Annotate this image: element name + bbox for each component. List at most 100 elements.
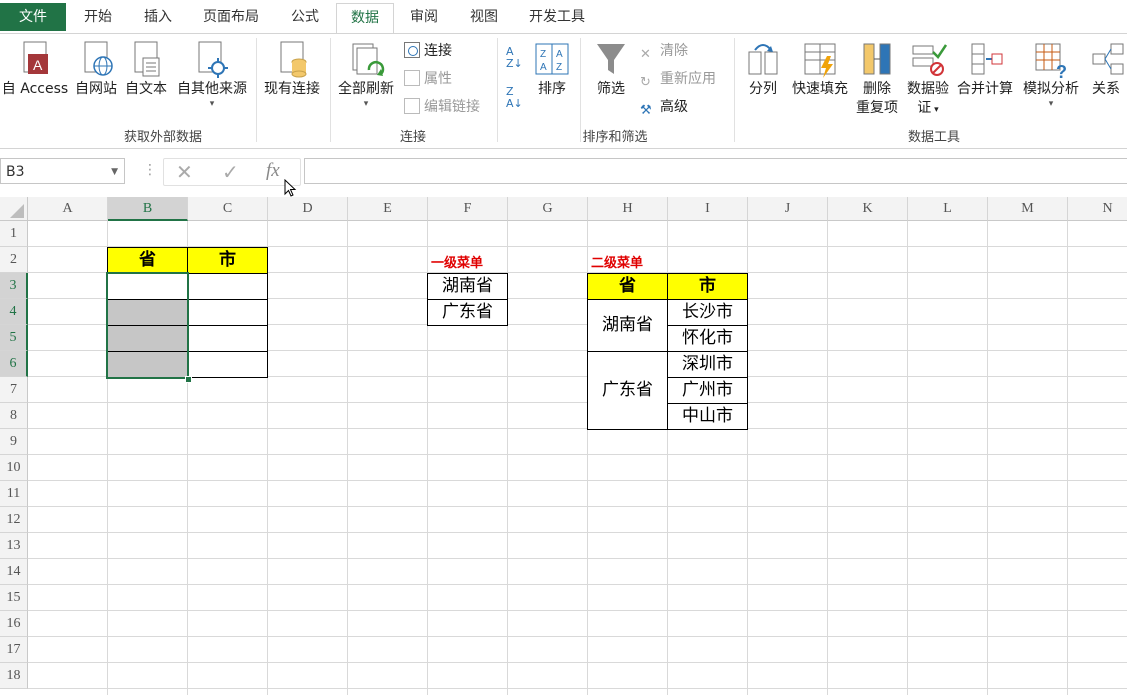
- tab-home[interactable]: 开始: [70, 3, 126, 31]
- filter-button[interactable]: 筛选: [588, 40, 634, 99]
- row-header-9[interactable]: 9: [0, 429, 28, 455]
- row-header-16[interactable]: 16: [0, 611, 28, 637]
- existing-connections-button[interactable]: 现有连接: [260, 40, 324, 99]
- what-if-analysis-button[interactable]: ? 模拟分析 ▾: [1018, 40, 1084, 109]
- row-header-4[interactable]: 4: [0, 299, 28, 325]
- cell-b2[interactable]: 省: [107, 247, 188, 274]
- tab-file[interactable]: 文件: [0, 3, 66, 31]
- cell-i4[interactable]: 长沙市: [667, 299, 748, 326]
- column-header-k[interactable]: K: [828, 197, 908, 221]
- cell-c2[interactable]: 市: [187, 247, 268, 274]
- gridline-horizontal: [28, 558, 1127, 559]
- row-header-7[interactable]: 7: [0, 377, 28, 403]
- cell-b5[interactable]: [107, 325, 188, 352]
- row-header-6[interactable]: 6: [0, 351, 28, 377]
- tab-formulas[interactable]: 公式: [276, 3, 334, 31]
- row-header-14[interactable]: 14: [0, 559, 28, 585]
- text-to-columns-button[interactable]: 分列: [742, 40, 784, 99]
- consolidate-button[interactable]: 合并计算: [954, 40, 1016, 99]
- cell-c3[interactable]: [187, 273, 268, 300]
- column-header-n[interactable]: N: [1068, 197, 1127, 221]
- from-text-button[interactable]: 自文本: [122, 40, 170, 99]
- cell-i3[interactable]: 市: [667, 273, 748, 300]
- column-header-l[interactable]: L: [908, 197, 988, 221]
- cell-f4[interactable]: 广东省: [427, 299, 508, 326]
- column-header-e[interactable]: E: [348, 197, 428, 221]
- row-header-12[interactable]: 12: [0, 507, 28, 533]
- flash-fill-button[interactable]: 快速填充: [788, 40, 852, 99]
- cell-i5[interactable]: 怀化市: [667, 325, 748, 352]
- formula-input[interactable]: [304, 158, 1127, 184]
- drag-handle-icon[interactable]: ⋮: [143, 162, 157, 178]
- cell-c4[interactable]: [187, 299, 268, 326]
- cell-i8[interactable]: 中山市: [667, 403, 748, 430]
- data-validation-button[interactable]: 数据验 证 ▾: [902, 40, 954, 120]
- edit-links-button[interactable]: 编辑链接: [404, 96, 480, 118]
- cancel-icon[interactable]: ✕: [176, 160, 193, 184]
- cell-h3[interactable]: 省: [587, 273, 668, 300]
- column-header-j[interactable]: J: [748, 197, 828, 221]
- row-header-13[interactable]: 13: [0, 533, 28, 559]
- tab-developer[interactable]: 开发工具: [516, 3, 598, 31]
- row-header-18[interactable]: 18: [0, 663, 28, 689]
- second-level-menu-label: 二级菜单: [591, 256, 644, 271]
- tab-data[interactable]: 数据: [336, 3, 394, 34]
- from-access-button[interactable]: A 自 Access: [0, 40, 70, 99]
- row-header-17[interactable]: 17: [0, 637, 28, 663]
- tab-insert[interactable]: 插入: [130, 3, 186, 31]
- column-header-h[interactable]: H: [588, 197, 668, 221]
- cell-i7[interactable]: 广州市: [667, 377, 748, 404]
- column-header-d[interactable]: D: [268, 197, 348, 221]
- cell-b6[interactable]: [107, 351, 188, 378]
- row-header-2[interactable]: 2: [0, 247, 28, 273]
- name-box[interactable]: B3 ▼: [0, 158, 125, 184]
- column-header-f[interactable]: F: [428, 197, 508, 221]
- cell-h6-merged[interactable]: 广东省: [587, 351, 668, 430]
- sort-a-to-z-button[interactable]: A Z↓: [506, 46, 523, 70]
- from-other-sources-button[interactable]: 自其他来源 ▾: [172, 40, 252, 109]
- row-header-15[interactable]: 15: [0, 585, 28, 611]
- cell-c6[interactable]: [187, 351, 268, 378]
- sort-button[interactable]: ZAAZ 排序: [532, 40, 572, 99]
- gridline-vertical: [1067, 221, 1068, 695]
- cell-b4[interactable]: [107, 299, 188, 326]
- column-header-m[interactable]: M: [988, 197, 1068, 221]
- column-header-b[interactable]: B: [108, 197, 188, 221]
- properties-button[interactable]: 属性: [404, 68, 452, 90]
- cell-i6[interactable]: 深圳市: [667, 351, 748, 378]
- cell-b3[interactable]: [107, 273, 188, 300]
- row-header-11[interactable]: 11: [0, 481, 28, 507]
- advanced-filter-button[interactable]: ⚒ 高级: [640, 96, 688, 118]
- clear-filter-button[interactable]: ✕ 清除: [640, 40, 688, 62]
- select-all-corner[interactable]: [0, 197, 28, 221]
- enter-check-icon[interactable]: ✓: [222, 160, 239, 184]
- cell-h4-merged[interactable]: 湖南省: [587, 299, 668, 352]
- properties-icon: [404, 70, 420, 86]
- tab-review[interactable]: 审阅: [396, 3, 452, 31]
- from-web-button[interactable]: 自网站: [72, 40, 120, 99]
- refresh-all-button[interactable]: 全部刷新 ▾: [334, 40, 398, 109]
- row-header-1[interactable]: 1: [0, 221, 28, 247]
- worksheet-grid[interactable]: ABCDEFGHIJKLMN 1 2 3 4 5 6 7 8 9 10 11 12 13 14 15 16 17…: [0, 197, 1127, 695]
- insert-function-icon[interactable]: fx: [266, 160, 280, 182]
- row-header-10[interactable]: 10: [0, 455, 28, 481]
- column-header-c[interactable]: C: [188, 197, 268, 221]
- connections-button[interactable]: 连接: [404, 40, 452, 62]
- consolidate-icon: [971, 43, 1003, 75]
- sort-z-to-a-button[interactable]: Z A↓: [506, 86, 523, 110]
- tab-view[interactable]: 视图: [456, 3, 512, 31]
- column-header-a[interactable]: A: [28, 197, 108, 221]
- column-header-i[interactable]: I: [668, 197, 748, 221]
- relationships-button[interactable]: 关系: [1086, 40, 1127, 99]
- column-header-g[interactable]: G: [508, 197, 588, 221]
- row-header-5[interactable]: 5: [0, 325, 28, 351]
- row-header-3[interactable]: 3: [0, 273, 28, 299]
- cell-c5[interactable]: [187, 325, 268, 352]
- tab-page-layout[interactable]: 页面布局: [190, 3, 272, 31]
- row-header-8[interactable]: 8: [0, 403, 28, 429]
- fill-handle[interactable]: [185, 376, 192, 383]
- reapply-button[interactable]: ↻ 重新应用: [640, 68, 716, 90]
- cell-f3[interactable]: 湖南省: [427, 273, 508, 300]
- remove-duplicates-button[interactable]: 删除 重复项: [852, 40, 902, 118]
- gridline-horizontal: [28, 688, 1127, 689]
